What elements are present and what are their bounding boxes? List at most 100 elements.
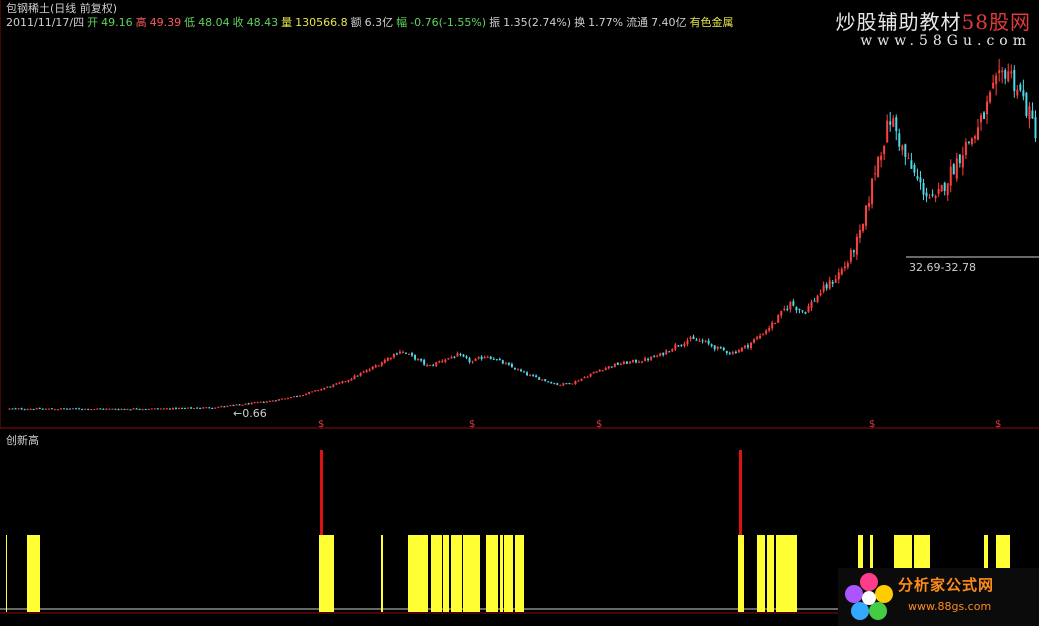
- new-high-bar: [413, 535, 414, 612]
- candle-body: [801, 310, 804, 312]
- candle-body: [1019, 84, 1022, 91]
- new-high-bar: [768, 535, 769, 612]
- candle-body: [62, 408, 65, 410]
- new-high-bar: [509, 535, 510, 612]
- new-high-bar: [417, 535, 418, 612]
- candle-body: [489, 356, 492, 359]
- new-high-bar: [763, 535, 764, 612]
- candle-body: [486, 356, 489, 358]
- candle-body: [477, 357, 480, 359]
- candle-body: [746, 345, 749, 348]
- candle-body: [432, 365, 435, 367]
- candle-body: [129, 409, 132, 411]
- candle-body: [302, 395, 305, 397]
- signal-marker: $: [596, 419, 602, 430]
- candle-body: [253, 402, 256, 404]
- candle-body: [768, 328, 771, 331]
- candle-body: [326, 386, 329, 388]
- candle-body: [75, 408, 78, 410]
- candle-body: [647, 358, 650, 361]
- close-label: 收: [232, 16, 244, 29]
- candle-body: [743, 345, 746, 348]
- candle-body: [132, 408, 135, 410]
- turnover-value: 1.77%: [588, 16, 624, 29]
- new-high-bar: [408, 535, 409, 612]
- candle-body: [656, 355, 659, 357]
- candle-body: [989, 92, 992, 103]
- new-high-bar: [772, 535, 773, 612]
- candle-body: [771, 322, 774, 329]
- new-high-bar: [332, 535, 333, 612]
- candle-body: [156, 408, 159, 410]
- candle-body: [980, 115, 983, 123]
- candle-body: [474, 358, 477, 361]
- new-high-bar: [415, 535, 416, 612]
- indicator-title: 创新高: [6, 434, 39, 447]
- candle-body: [940, 185, 943, 192]
- candle-body: [710, 344, 713, 347]
- new-high-bar: [780, 535, 781, 612]
- candle-body: [568, 383, 571, 385]
- candle-body: [634, 359, 637, 363]
- candle-body: [247, 403, 250, 405]
- candle-body: [408, 353, 411, 355]
- low-value-annotation: ←0.66: [233, 407, 267, 420]
- new-high-bar: [445, 535, 446, 612]
- new-high-bar: [432, 535, 433, 612]
- candle-body: [589, 374, 592, 377]
- new-high-bar: [501, 535, 502, 612]
- candle-body: [1025, 92, 1028, 116]
- candle-body: [314, 390, 317, 392]
- chart-canvas[interactable]: $ $ $ $ $ ←0.66 32.69-32.78: [0, 0, 1039, 626]
- new-high-bar: [785, 535, 786, 612]
- candle-body: [268, 400, 271, 402]
- candle-body: [1028, 106, 1031, 120]
- candle-body: [211, 408, 214, 410]
- candle-body: [513, 367, 516, 370]
- candle-body: [29, 408, 32, 410]
- candle-body: [677, 345, 680, 347]
- candle-body: [208, 407, 211, 409]
- candle-body: [692, 336, 695, 339]
- candle-body: [317, 390, 320, 392]
- candle-body: [308, 392, 311, 394]
- candle-body: [374, 365, 377, 368]
- candle-body: [510, 363, 513, 368]
- candle-body: [265, 401, 268, 403]
- new-high-bar: [790, 535, 791, 612]
- candle-body: [335, 383, 338, 385]
- new-high-bar: [796, 535, 797, 612]
- new-high-bar: [463, 535, 464, 612]
- new-high-bar: [740, 535, 741, 612]
- new-high-bar: [421, 535, 422, 612]
- new-high-bar: [771, 535, 772, 612]
- candle-body: [928, 197, 931, 199]
- candle-body: [147, 409, 150, 411]
- new-high-bar: [788, 535, 789, 612]
- new-high-bar: [474, 535, 475, 612]
- candle-body: [604, 367, 607, 370]
- candle-body: [501, 360, 504, 364]
- candle-body: [665, 350, 668, 355]
- new-high-bar: [477, 535, 478, 612]
- candle-body: [232, 405, 235, 407]
- candle-body: [529, 375, 532, 377]
- candle-body: [144, 409, 147, 411]
- candle-body: [607, 366, 610, 369]
- candle-body: [320, 388, 323, 391]
- new-high-bar: [453, 535, 454, 612]
- new-high-bar: [795, 535, 796, 612]
- candle-body: [650, 356, 653, 360]
- new-high-bar: [434, 535, 435, 612]
- candle-body: [662, 352, 665, 356]
- candle-body: [41, 408, 44, 410]
- new-high-bar: [468, 535, 469, 612]
- candle-body: [280, 398, 283, 400]
- candle-body: [353, 375, 356, 380]
- new-high-bar: [520, 535, 521, 612]
- candle-body: [87, 408, 90, 410]
- new-high-bar: [516, 535, 517, 612]
- new-high-bar: [522, 535, 523, 612]
- candle-body: [256, 402, 259, 404]
- open-value: 49.16: [101, 16, 133, 29]
